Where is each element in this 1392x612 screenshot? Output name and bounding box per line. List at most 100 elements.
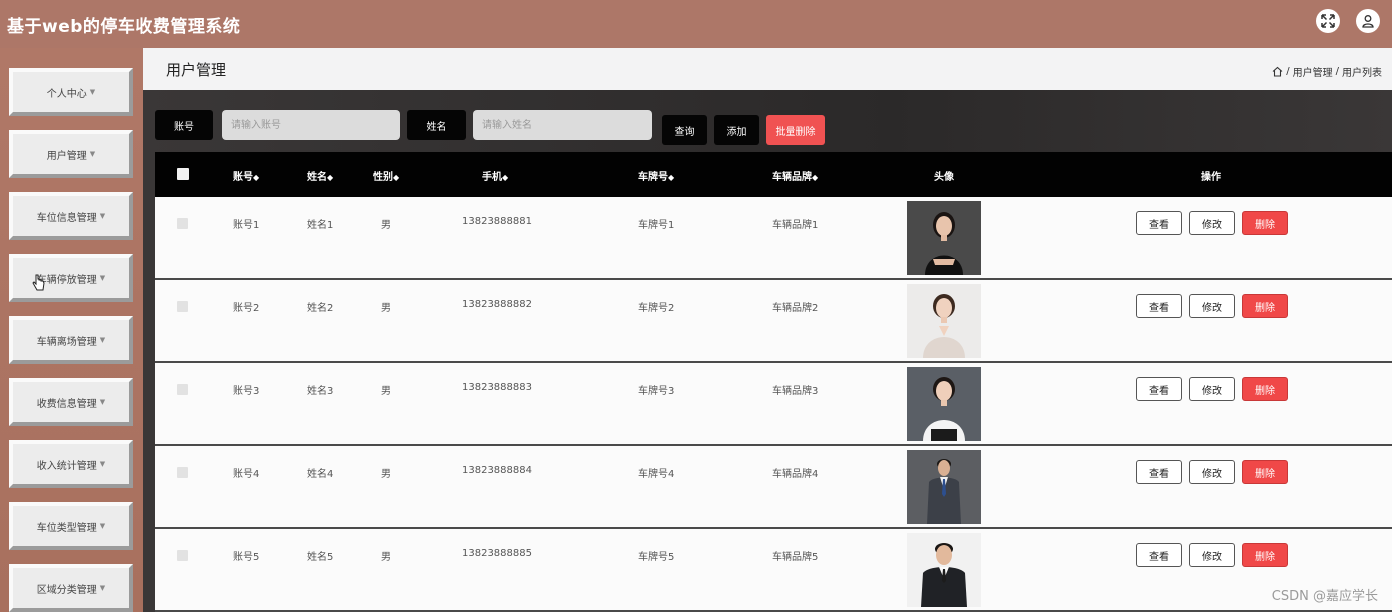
sidebar-item-fee-info[interactable]: 收费信息管理 ▼	[9, 378, 133, 426]
view-button[interactable]: 查看	[1136, 377, 1182, 401]
sidebar-item-label: 用户管理	[46, 150, 87, 162]
sort-icon[interactable]: ◆	[502, 173, 508, 182]
cell-account: 账号4	[233, 469, 260, 480]
chevron-down-icon: ▼	[99, 460, 106, 468]
sort-icon[interactable]: ◆	[668, 173, 674, 182]
breadcrumb: / 用户管理 / 用户列表	[1272, 64, 1382, 79]
column-header-phone[interactable]: 手机◆	[482, 168, 508, 183]
edit-button[interactable]: 修改	[1189, 294, 1235, 318]
cell-gender: 男	[381, 552, 391, 563]
table-row: 账号5 姓名5 男 13823888885 车牌号5 车辆品牌5 查看 修改 删…	[155, 529, 1392, 612]
table-row: 账号2 姓名2 男 13823888882 车牌号2 车辆品牌2 查看 修改 删…	[155, 280, 1392, 363]
add-button[interactable]: 添加	[714, 115, 759, 145]
select-all-checkbox[interactable]	[177, 168, 189, 180]
sidebar-item-space-type[interactable]: 车位类型管理 ▼	[9, 502, 133, 550]
row-checkbox[interactable]	[177, 467, 188, 478]
cell-account: 账号1	[233, 220, 260, 231]
batch-delete-button[interactable]: 批量删除	[766, 115, 825, 145]
chevron-down-icon: ▼	[99, 584, 106, 592]
delete-button[interactable]: 删除	[1242, 211, 1288, 235]
avatar	[907, 284, 981, 358]
cell-gender: 男	[381, 303, 391, 314]
view-button[interactable]: 查看	[1136, 211, 1182, 235]
cell-phone: 13823888882	[462, 299, 532, 310]
view-button[interactable]: 查看	[1136, 543, 1182, 567]
sort-icon[interactable]: ◆	[327, 173, 333, 182]
sort-icon[interactable]: ◆	[393, 173, 399, 182]
delete-button[interactable]: 删除	[1242, 543, 1288, 567]
column-header-brand[interactable]: 车辆品牌◆	[772, 168, 818, 183]
row-checkbox[interactable]	[177, 218, 188, 229]
chevron-down-icon: ▼	[99, 522, 106, 530]
column-header-gender[interactable]: 性别◆	[373, 168, 399, 183]
cell-brand: 车辆品牌3	[772, 386, 819, 397]
query-button[interactable]: 查询	[662, 115, 707, 145]
view-button[interactable]: 查看	[1136, 460, 1182, 484]
edit-button[interactable]: 修改	[1189, 211, 1235, 235]
sidebar-item-label: 收入统计管理	[36, 460, 97, 472]
cell-account: 账号2	[233, 303, 260, 314]
breadcrumb-item-user-list: 用户列表	[1342, 68, 1382, 79]
sidebar: 个人中心 ▼ 用户管理 ▼ 车位信息管理 ▼ 车辆停放管理 ▼ 车辆离场管理 ▼ 收费信息…	[0, 48, 143, 612]
edit-button[interactable]: 修改	[1189, 460, 1235, 484]
chevron-down-icon: ▼	[99, 336, 106, 344]
cell-phone: 13823888881	[462, 216, 532, 227]
sort-icon[interactable]: ◆	[812, 173, 818, 182]
column-header-account[interactable]: 账号◆	[233, 168, 259, 183]
sort-icon[interactable]: ◆	[253, 173, 259, 182]
view-button[interactable]: 查看	[1136, 294, 1182, 318]
page-title: 用户管理	[166, 60, 227, 79]
sidebar-item-label: 车位信息管理	[36, 212, 97, 224]
sidebar-item-vehicle-parking[interactable]: 车辆停放管理 ▼	[9, 254, 133, 302]
user-icon[interactable]	[1356, 9, 1380, 33]
cell-gender: 男	[381, 220, 391, 231]
row-checkbox[interactable]	[177, 550, 188, 561]
search-bar: 账号 姓名 查询 添加 批量删除	[143, 110, 1392, 145]
sidebar-item-vehicle-departure[interactable]: 车辆离场管理 ▼	[9, 316, 133, 364]
column-header-name[interactable]: 姓名◆	[307, 168, 333, 183]
avatar	[907, 450, 981, 524]
delete-button[interactable]: 删除	[1242, 377, 1288, 401]
sidebar-item-label: 个人中心	[46, 88, 87, 100]
cell-brand: 车辆品牌2	[772, 303, 819, 314]
hand-cursor-icon	[32, 274, 46, 296]
avatar	[907, 201, 981, 275]
sidebar-item-parking-space-info[interactable]: 车位信息管理 ▼	[9, 192, 133, 240]
app-title: 基于web的停车收费管理系统	[7, 16, 241, 37]
cell-plate: 车牌号4	[638, 469, 675, 480]
delete-button[interactable]: 删除	[1242, 460, 1288, 484]
sidebar-item-income-statistics[interactable]: 收入统计管理 ▼	[9, 440, 133, 488]
table-header: 账号◆ 姓名◆ 性别◆ 手机◆ 车牌号◆ 车辆品牌◆ 头像 操作	[155, 152, 1392, 197]
breadcrumb-item-user-management[interactable]: 用户管理	[1293, 64, 1333, 79]
title-bar: 用户管理 / 用户管理 / 用户列表	[143, 48, 1392, 90]
name-search-input[interactable]	[473, 110, 652, 140]
account-label: 账号	[155, 110, 213, 140]
cell-name: 姓名5	[307, 552, 334, 563]
cell-name: 姓名4	[307, 469, 334, 480]
sidebar-item-personal-center[interactable]: 个人中心 ▼	[9, 68, 133, 116]
cell-phone: 13823888885	[462, 548, 532, 559]
edit-button[interactable]: 修改	[1189, 543, 1235, 567]
sidebar-item-user-management[interactable]: 用户管理 ▼	[9, 130, 133, 178]
chevron-down-icon: ▼	[89, 88, 96, 96]
row-checkbox[interactable]	[177, 384, 188, 395]
column-header-avatar: 头像	[934, 172, 954, 183]
edit-button[interactable]: 修改	[1189, 377, 1235, 401]
breadcrumb-separator: /	[1335, 66, 1339, 77]
column-header-plate[interactable]: 车牌号◆	[638, 168, 674, 183]
table-row: 账号1 姓名1 男 13823888881 车牌号1 车辆品牌1 查看 修改 删…	[155, 197, 1392, 280]
row-checkbox[interactable]	[177, 301, 188, 312]
cell-gender: 男	[381, 469, 391, 480]
delete-button[interactable]: 删除	[1242, 294, 1288, 318]
account-search-input[interactable]	[222, 110, 400, 140]
cell-account: 账号5	[233, 552, 260, 563]
table-row: 账号3 姓名3 男 13823888883 车牌号3 车辆品牌3 查看 修改 删…	[155, 363, 1392, 446]
cell-account: 账号3	[233, 386, 260, 397]
app-header: 基于web的停车收费管理系统	[0, 0, 1392, 48]
home-icon[interactable]	[1272, 66, 1283, 77]
fullscreen-icon[interactable]	[1316, 9, 1340, 33]
sidebar-item-area-category[interactable]: 区域分类管理 ▼	[9, 564, 133, 612]
cell-name: 姓名2	[307, 303, 334, 314]
cell-brand: 车辆品牌5	[772, 552, 819, 563]
main-content: 用户管理 / 用户管理 / 用户列表 账号 姓名 查询 添加 批量删除 账号◆ …	[143, 48, 1392, 612]
